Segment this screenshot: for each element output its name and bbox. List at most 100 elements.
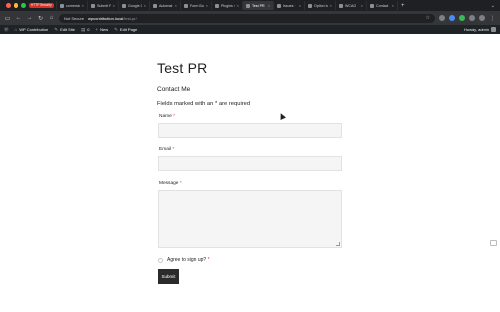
url-path: /test-pr/ (123, 15, 137, 21)
edit-page-label: Edit Page (119, 27, 138, 32)
site-name-link[interactable]: ⌂ WP Contribution (15, 27, 49, 32)
favicon-icon (339, 3, 343, 8)
resize-handle[interactable] (336, 242, 340, 246)
page-title: Test PR (157, 60, 208, 76)
browser-tab[interactable]: Submit Fo× (88, 1, 119, 10)
favicon-icon (370, 3, 374, 8)
tab-label: WCAG (345, 3, 357, 8)
avatar (491, 27, 496, 32)
submit-button[interactable]: Submit (158, 269, 179, 284)
browser-menu-icon[interactable]: ⋮ (489, 15, 496, 22)
extension-icon[interactable] (439, 15, 445, 21)
close-tab-icon[interactable]: × (113, 3, 115, 8)
comments-link[interactable]: ▤ 0 (81, 27, 90, 33)
email-field[interactable] (158, 156, 342, 171)
pencil-icon: ✎ (114, 26, 118, 32)
close-tab-icon[interactable]: × (237, 3, 239, 8)
browser-toolbar: ▭ ← → ↻ ⌂ Not Secure wpcontribution.loca… (0, 11, 500, 25)
name-label: Name * (159, 114, 176, 119)
tab-label: Test PR (252, 3, 265, 8)
browser-tab[interactable]: HTTP Security (26, 1, 57, 10)
home-icon[interactable]: ⌂ (48, 15, 55, 21)
edit-page-link[interactable]: ✎ Edit Page (114, 27, 137, 33)
signup-checkbox-label: Agree to sign up? * (167, 257, 210, 263)
browser-tab-strip: HTTP Security cornerstone× Submit Fo× Go… (0, 0, 500, 11)
required-fields-note: Fields marked with an * are required (157, 101, 251, 107)
extension-icon[interactable] (469, 15, 475, 21)
tab-label: Submit Fo (97, 3, 111, 8)
tab-search-icon[interactable]: ⌄ (491, 3, 500, 9)
browser-tab[interactable]: Contact × (367, 1, 398, 10)
email-label: Email * (159, 147, 175, 152)
address-bar[interactable]: Not Secure wpcontribution.local/test-pr/… (59, 13, 435, 23)
sidebar-icon[interactable]: ▭ (4, 15, 11, 22)
browser-tab[interactable]: cornerstone× (57, 1, 88, 10)
required-asterisk: * (172, 147, 175, 152)
new-tab-icon[interactable]: + (398, 3, 408, 9)
minimize-window-button[interactable] (13, 3, 19, 8)
browser-tab[interactable]: WCAG × (336, 1, 367, 10)
favicon-icon (153, 3, 157, 8)
required-asterisk: * (173, 114, 176, 119)
close-tab-icon[interactable]: × (82, 3, 84, 8)
tab-list: HTTP Security cornerstone× Submit Fo× Go… (26, 0, 491, 11)
message-label: Message * (159, 181, 182, 186)
tab-label: Automat (159, 3, 173, 8)
browser-tab[interactable]: Option to × (305, 1, 336, 10)
tab-label: Form Bui (190, 3, 204, 8)
tab-label: Google Gr (128, 3, 142, 8)
browser-tab[interactable]: Issues · × (274, 1, 305, 10)
edit-site-link[interactable]: ✎ Edit Site (54, 27, 75, 33)
site-name-label: WP Contribution (19, 27, 49, 32)
forward-icon[interactable]: → (26, 15, 33, 21)
back-icon[interactable]: ← (15, 15, 22, 21)
favicon-icon (277, 3, 281, 8)
translate-icon[interactable] (490, 240, 497, 246)
profile-icon[interactable] (479, 15, 485, 21)
required-asterisk: * (179, 181, 182, 186)
signup-checkbox-row[interactable]: Agree to sign up? * (158, 257, 210, 263)
close-window-button[interactable] (6, 3, 11, 8)
not-secure-indicator[interactable]: Not Secure (64, 16, 84, 21)
tab-group-badge[interactable]: HTTP Security (29, 3, 54, 8)
brush-icon: ✎ (54, 26, 59, 32)
favicon-icon (184, 3, 188, 8)
comments-count: 0 (87, 27, 90, 32)
signup-checkbox[interactable] (158, 257, 163, 263)
favicon-icon (122, 3, 126, 8)
bookmark-star-icon[interactable]: ☆ (426, 15, 430, 21)
new-content-link[interactable]: + New (95, 27, 108, 32)
url-host: wpcontribution.local (88, 15, 124, 21)
greeting-label: Howdy, admin (463, 27, 489, 32)
favicon-icon (308, 3, 312, 8)
wp-admin-bar: Ⓦ ⌂ WP Contribution ✎ Edit Site ▤ 0 + Ne… (0, 25, 500, 34)
favicon-icon (215, 3, 219, 8)
wordpress-logo-icon[interactable]: Ⓦ (4, 27, 9, 33)
tab-label: Option to (314, 3, 328, 8)
close-tab-icon[interactable]: × (175, 3, 177, 8)
account-menu[interactable]: Howdy, admin (464, 27, 496, 32)
tab-label: cornerstone (66, 3, 80, 8)
name-field[interactable] (158, 123, 342, 138)
browser-tab-active[interactable]: Test PR × (243, 1, 274, 10)
extensions-area: ⋮ (439, 15, 496, 22)
close-tab-icon[interactable]: × (330, 3, 332, 8)
close-tab-icon[interactable]: × (361, 3, 363, 8)
close-tab-icon[interactable]: × (299, 3, 301, 8)
favicon-icon (246, 3, 250, 8)
extension-icon[interactable] (459, 15, 465, 21)
favicon-icon (91, 3, 95, 8)
browser-tab[interactable]: Automat × (150, 1, 181, 10)
close-tab-icon[interactable]: × (144, 3, 146, 8)
browser-tab[interactable]: Plugins ‹ × (212, 1, 243, 10)
extension-icon[interactable] (449, 15, 455, 21)
mouse-cursor-icon (278, 112, 286, 120)
close-tab-icon[interactable]: × (268, 3, 270, 8)
close-tab-icon[interactable]: × (206, 3, 208, 8)
browser-tab[interactable]: Form Bui × (181, 1, 212, 10)
close-tab-icon[interactable]: × (392, 3, 394, 8)
tab-label: Plugins ‹ (221, 3, 235, 8)
browser-tab[interactable]: Google Gr× (119, 1, 150, 10)
reload-icon[interactable]: ↻ (37, 15, 44, 22)
message-textarea[interactable] (158, 190, 342, 248)
